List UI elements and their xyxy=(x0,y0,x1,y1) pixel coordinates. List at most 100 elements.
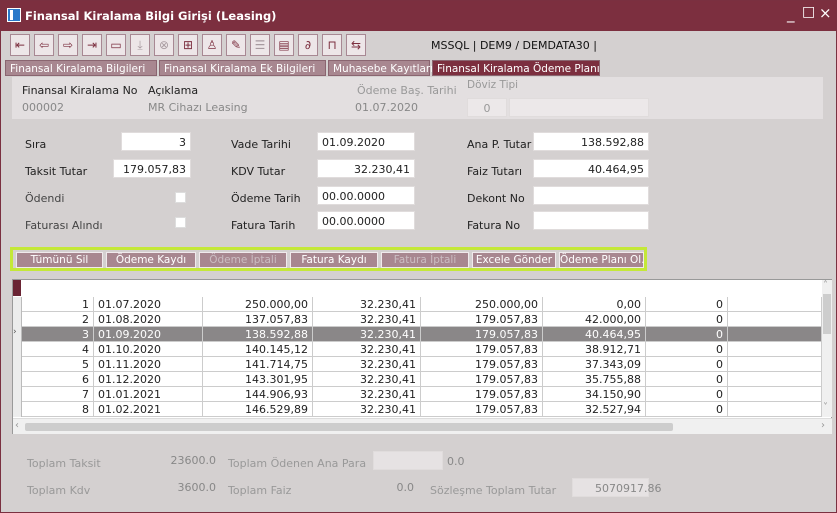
table-row[interactable]: 7 01.01.2021 144.906,93 32.230,41 179.057,83… xyxy=(13,387,822,402)
table-cell[interactable]: 0,00 xyxy=(543,297,646,312)
odeme-plani-olustur-button[interactable]: Ödeme Planı Ol. xyxy=(559,252,645,268)
table-cell[interactable]: 40.464,95 xyxy=(543,327,646,342)
first-record-button[interactable]: ⇤ xyxy=(10,34,30,56)
odeme-kaydi-button[interactable]: Ödeme Kaydı xyxy=(106,252,196,268)
table-cell[interactable]: 0 xyxy=(646,402,728,417)
table-cell[interactable]: 32.230,41 xyxy=(313,372,421,387)
lock-icon[interactable]: ⊓ xyxy=(322,34,342,56)
table-cell[interactable]: 01.08.2020 xyxy=(94,312,203,327)
table-cell[interactable]: 01.01.2021 xyxy=(94,387,203,402)
previous-record-button[interactable]: ⇦ xyxy=(34,34,54,56)
table-cell[interactable]: 146.529,89 xyxy=(203,402,313,417)
table-cell[interactable] xyxy=(728,387,822,402)
odeme-iptali-button[interactable]: Ödeme İptali xyxy=(199,252,287,268)
kdv-tutar-field[interactable]: 32.230,41 xyxy=(317,159,415,178)
table-cell[interactable]: 138.592,88 xyxy=(203,327,313,342)
table-cell[interactable]: 179.057,83 xyxy=(421,387,543,402)
table-row[interactable]: 8 01.02.2021 146.529,89 32.230,41 179.057,83… xyxy=(13,402,822,417)
currency-name-field[interactable] xyxy=(509,98,649,117)
table-cell[interactable]: 137.057,83 xyxy=(203,312,313,327)
col-sira[interactable]: Sıra xyxy=(22,280,94,296)
dekont-no-field[interactable] xyxy=(533,186,649,205)
row-indicator[interactable]: › xyxy=(13,327,22,342)
vade-tarihi-field[interactable]: 01.09.2020 xyxy=(317,132,415,151)
faiz-tutari-field[interactable]: 40.464,95 xyxy=(533,159,649,178)
col-ana-p-tutar[interactable]: Ana P. Tutar xyxy=(203,280,313,296)
horizontal-scrollbar[interactable]: ‹ › xyxy=(13,418,832,434)
pencil-icon[interactable]: ✎ xyxy=(226,34,246,56)
add-button[interactable]: ⊞ xyxy=(178,34,198,56)
table-cell[interactable]: 32.230,41 xyxy=(313,327,421,342)
table-row[interactable]: 1 01.07.2020 250.000,00 32.230,41 250.000,00… xyxy=(13,297,822,312)
import-icon[interactable]: ⇆ xyxy=(346,34,366,56)
table-cell[interactable]: 2 xyxy=(22,312,94,327)
save-button[interactable]: ⤓ xyxy=(130,34,150,56)
odeme-tarih-field[interactable]: 00.00.0000 xyxy=(317,186,415,205)
user-icon[interactable]: ♙ xyxy=(202,34,222,56)
table-cell[interactable]: 32.230,41 xyxy=(313,312,421,327)
col-faiz-tutari[interactable]: Faiz Tutarı xyxy=(543,280,646,296)
table-cell[interactable]: 8 xyxy=(22,402,94,417)
col-vade-tarihi[interactable]: Vade Tarihi xyxy=(94,280,203,296)
scroll-right-icon[interactable]: › xyxy=(821,420,825,431)
vertical-scrollbar[interactable]: ˄ ˅ xyxy=(822,280,832,417)
tab-ek-bilgiler[interactable]: Finansal Kiralama Ek Bilgileri xyxy=(159,60,326,76)
excele-gonder-button[interactable]: Excele Gönder xyxy=(472,252,556,268)
table-cell[interactable]: 0 xyxy=(646,327,728,342)
table-cell[interactable] xyxy=(728,297,822,312)
attach-icon[interactable]: ∂ xyxy=(298,34,318,56)
table-cell[interactable]: 179.057,83 xyxy=(421,342,543,357)
table-cell[interactable]: 0 xyxy=(646,357,728,372)
table-cell[interactable]: 32.230,41 xyxy=(313,387,421,402)
table-cell[interactable]: 0 xyxy=(646,312,728,327)
table-cell[interactable] xyxy=(728,402,822,417)
col-taksit-tutar[interactable]: Taksit Tutar xyxy=(421,280,543,296)
table-cell[interactable]: 32.230,41 xyxy=(313,357,421,372)
table-cell[interactable]: 0 xyxy=(646,297,728,312)
table-cell[interactable]: 32.230,41 xyxy=(313,342,421,357)
table-cell[interactable]: 141.714,75 xyxy=(203,357,313,372)
tumunu-sil-button[interactable]: Tümünü Sil xyxy=(16,252,103,268)
table-cell[interactable]: 37.343,09 xyxy=(543,357,646,372)
table-cell[interactable]: 179.057,83 xyxy=(421,357,543,372)
tab-muhasebe-kayitlari[interactable]: Muhasebe Kayıtları xyxy=(328,60,433,76)
table-cell[interactable]: 1 xyxy=(22,297,94,312)
table-cell[interactable]: 32.230,41 xyxy=(313,297,421,312)
taksit-tutar-field[interactable]: 179.057,83 xyxy=(113,159,191,178)
currency-field[interactable]: 0 xyxy=(467,98,507,117)
row-indicator[interactable] xyxy=(13,312,22,327)
row-indicator[interactable] xyxy=(13,402,22,417)
row-indicator[interactable] xyxy=(13,387,22,402)
next-record-button[interactable]: ⇨ xyxy=(58,34,78,56)
table-cell[interactable]: 5 xyxy=(22,357,94,372)
table-cell[interactable]: 01.10.2020 xyxy=(94,342,203,357)
table-cell[interactable]: 34.150,90 xyxy=(543,387,646,402)
sira-field[interactable]: 3 xyxy=(121,132,191,151)
table-cell[interactable]: 250.000,00 xyxy=(203,297,313,312)
table-cell[interactable]: 32.230,41 xyxy=(313,402,421,417)
close-button[interactable]: × xyxy=(819,4,832,22)
fatura-kaydi-button[interactable]: Fatura Kaydı xyxy=(290,252,378,268)
table-cell[interactable] xyxy=(728,357,822,372)
table-cell[interactable]: 35.755,88 xyxy=(543,372,646,387)
table-cell[interactable]: 38.912,71 xyxy=(543,342,646,357)
odendi-checkbox[interactable] xyxy=(175,192,186,203)
table-cell[interactable]: 01.07.2020 xyxy=(94,297,203,312)
ana-p-tutar-field[interactable]: 138.592,88 xyxy=(533,132,649,151)
vertical-scroll-thumb[interactable] xyxy=(823,294,831,334)
table-cell[interactable]: 42.000,00 xyxy=(543,312,646,327)
table-cell[interactable]: 179.057,83 xyxy=(421,402,543,417)
maximize-button[interactable]: □ xyxy=(802,4,815,20)
table-cell[interactable]: 144.906,93 xyxy=(203,387,313,402)
fatura-no-field[interactable] xyxy=(533,211,649,230)
table-cell[interactable]: 179.057,83 xyxy=(421,327,543,342)
table-cell[interactable] xyxy=(728,342,822,357)
table-cell[interactable]: 01.02.2021 xyxy=(94,402,203,417)
minimize-button[interactable]: _ xyxy=(787,5,795,23)
table-row[interactable]: 4 01.10.2020 140.145,12 32.230,41 179.057,83… xyxy=(13,342,822,357)
row-indicator[interactable] xyxy=(13,297,22,312)
table-row[interactable]: › 3 01.09.2020 138.592,88 32.230,41 179.057,8… xyxy=(13,327,822,342)
table-row[interactable]: 6 01.12.2020 143.301,95 32.230,41 179.057,83… xyxy=(13,372,822,387)
last-record-button[interactable]: ⇥ xyxy=(82,34,102,56)
col-odendi[interactable]: Ödendi xyxy=(646,280,728,296)
